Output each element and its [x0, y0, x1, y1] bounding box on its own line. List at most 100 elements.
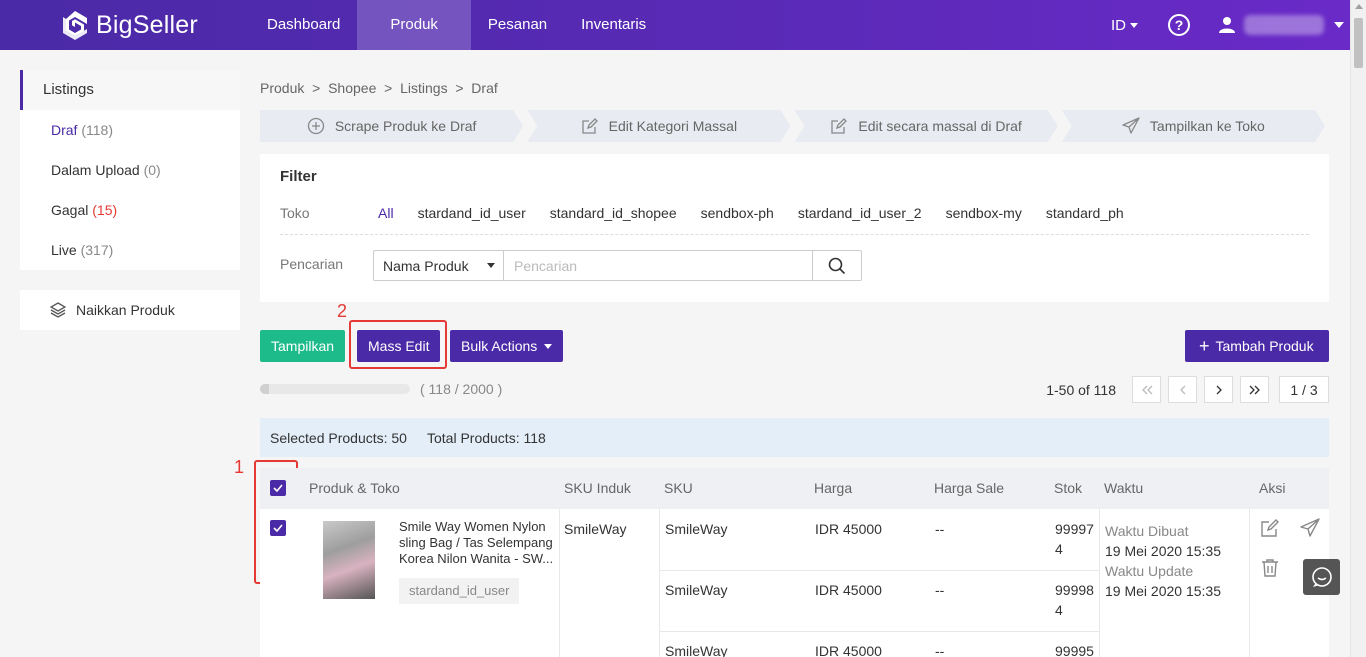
user-menu[interactable] — [1218, 15, 1344, 35]
scroll-thumb[interactable] — [1354, 18, 1363, 68]
store-option[interactable]: standard_ph — [1046, 205, 1124, 221]
page-scrollbar[interactable] — [1350, 0, 1366, 657]
mass-edit-button[interactable]: Mass Edit — [357, 330, 441, 362]
tampilkan-button[interactable]: Tampilkan — [260, 330, 346, 362]
chevron-right-icon — [1216, 385, 1222, 394]
quota-progress-bar — [260, 384, 410, 394]
sidebar-item-gagal[interactable]: Gagal (15) — [20, 190, 240, 230]
next-page-button[interactable] — [1204, 376, 1233, 403]
nav-inventaris[interactable]: Inventaris — [564, 0, 663, 50]
waktu-dibuat-value: 19 Mei 2020 15:35 — [1105, 543, 1221, 559]
first-page-button[interactable] — [1132, 376, 1161, 403]
store-filter-list: All stardand_id_user standard_id_shopee … — [378, 205, 1148, 221]
page-number-input[interactable]: 1 / 3 — [1279, 376, 1329, 403]
publish-action[interactable] — [1300, 518, 1320, 541]
sidebar-item-count: (118) — [81, 122, 113, 138]
bulk-actions-button[interactable]: Bulk Actions — [450, 330, 564, 362]
double-chevron-left-icon — [1141, 385, 1152, 394]
column-header-stok: Stok — [1054, 480, 1083, 496]
search-input[interactable] — [504, 251, 812, 280]
column-header-waktu: Waktu — [1104, 480, 1144, 496]
help-icon[interactable]: ? — [1168, 14, 1190, 36]
sidebar-item-count: (317) — [80, 242, 114, 258]
store-tag: stardand_id_user — [399, 578, 520, 604]
stok-cell: 99998 — [1055, 582, 1094, 598]
store-option[interactable]: stardand_id_user — [418, 205, 526, 221]
column-divider — [1249, 509, 1250, 657]
language-selector[interactable]: ID — [1111, 17, 1138, 34]
edit-action[interactable] — [1260, 518, 1280, 541]
tambah-produk-button[interactable]: + Tambah Produk — [1185, 330, 1329, 362]
caret-down-icon — [544, 343, 553, 349]
filter-panel: Filter Toko All stardand_id_user standar… — [260, 154, 1329, 302]
stok-cell-wrap: 4 — [1055, 602, 1063, 618]
total-products-count: Total Products: 118 — [426, 429, 546, 446]
sidebar-item-dalam-upload[interactable]: Dalam Upload (0) — [20, 150, 240, 190]
plus-icon: + — [1199, 336, 1210, 356]
checkmark-icon — [273, 484, 283, 492]
logo[interactable]: BigSeller — [60, 9, 198, 41]
column-divider — [659, 509, 660, 657]
sidebar-item-label: Dalam Upload — [51, 162, 140, 178]
store-option[interactable]: sendbox-my — [946, 205, 1022, 221]
harga-sale-cell: -- — [935, 521, 945, 537]
naikkan-produk-link[interactable]: Naikkan Produk — [20, 290, 240, 330]
product-image[interactable] — [323, 521, 375, 599]
plus-circle-icon — [307, 117, 325, 135]
listings-sidebar: Listings Draf (118) Dalam Upload (0) Gag… — [20, 70, 240, 270]
harga-cell: IDR 45000 — [815, 521, 882, 537]
chat-support-button[interactable] — [1303, 559, 1340, 595]
step-edit-kategori[interactable]: Edit Kategori Massal — [527, 110, 790, 142]
store-option[interactable]: sendbox-ph — [701, 205, 774, 221]
search-button[interactable] — [812, 251, 861, 280]
trash-icon — [1262, 559, 1278, 577]
sku-cell: SmileWay — [665, 643, 728, 657]
sidebar-item-count: (15) — [92, 202, 118, 218]
filter-title: Filter — [280, 168, 317, 185]
scroll-up-icon[interactable] — [1355, 4, 1363, 9]
prev-page-button[interactable] — [1168, 376, 1197, 403]
product-name[interactable]: Smile Way Women Nylon sling Bag / Tas Se… — [399, 519, 559, 567]
store-option-all[interactable]: All — [378, 205, 394, 221]
stok-cell: 99997 — [1055, 521, 1094, 537]
search-type-value: Nama Produk — [383, 257, 469, 274]
nav-pesanan[interactable]: Pesanan — [471, 0, 564, 50]
header-right: ID ? — [1111, 0, 1350, 50]
edit-icon — [1261, 519, 1279, 537]
sku-induk-cell: SmileWay — [564, 521, 627, 537]
select-all-checkbox[interactable] — [270, 480, 286, 496]
toko-label: Toko — [280, 205, 310, 221]
sidebar-item-draf[interactable]: Draf (118) — [20, 110, 240, 150]
bigseller-logo-icon — [63, 11, 87, 40]
nav-dashboard[interactable]: Dashboard — [250, 0, 357, 50]
step-scrape[interactable]: Scrape Produk ke Draf — [260, 110, 523, 142]
step-label: Edit secara massal di Draf — [858, 118, 1022, 134]
chat-icon — [1311, 567, 1332, 587]
waktu-cell: Waktu Dibuat 19 Mei 2020 15:35 Waktu Upd… — [1105, 521, 1221, 601]
row-checkbox[interactable] — [270, 520, 286, 536]
sidebar-item-label: Draf — [51, 122, 78, 138]
top-navbar: BigSeller Dashboard Produk Pesanan Inven… — [0, 0, 1350, 50]
step-label: Edit Kategori Massal — [608, 118, 738, 134]
edit-icon — [581, 117, 599, 135]
store-option[interactable]: stardand_id_user_2 — [798, 205, 922, 221]
sku-cell: SmileWay — [665, 582, 728, 598]
delete-action[interactable] — [1261, 558, 1279, 581]
last-page-button[interactable] — [1240, 376, 1269, 403]
search-type-select[interactable]: Nama Produk — [374, 251, 504, 280]
row-divider — [659, 631, 1099, 632]
sidebar-item-live[interactable]: Live (317) — [20, 230, 240, 270]
pagination: 1-50 of 118 1 / 3 — [1046, 376, 1329, 403]
logo-text: BigSeller — [96, 10, 198, 39]
nav-produk[interactable]: Produk — [357, 0, 471, 50]
column-header-produk: Produk & Toko — [309, 480, 400, 496]
waktu-update-label: Waktu Update — [1105, 563, 1194, 579]
store-option[interactable]: standard_id_shopee — [550, 205, 677, 221]
main-nav: Dashboard Produk Pesanan Inventaris — [250, 0, 663, 50]
breadcrumb: Produk > Shopee > Listings > Draf — [260, 80, 498, 96]
language-label: ID — [1111, 16, 1126, 34]
search-icon — [828, 257, 846, 274]
column-header-sku: SKU — [664, 480, 693, 496]
step-edit-massal[interactable]: Edit secara massal di Draf — [795, 110, 1058, 142]
step-tampilkan[interactable]: Tampilkan ke Toko — [1062, 110, 1325, 142]
